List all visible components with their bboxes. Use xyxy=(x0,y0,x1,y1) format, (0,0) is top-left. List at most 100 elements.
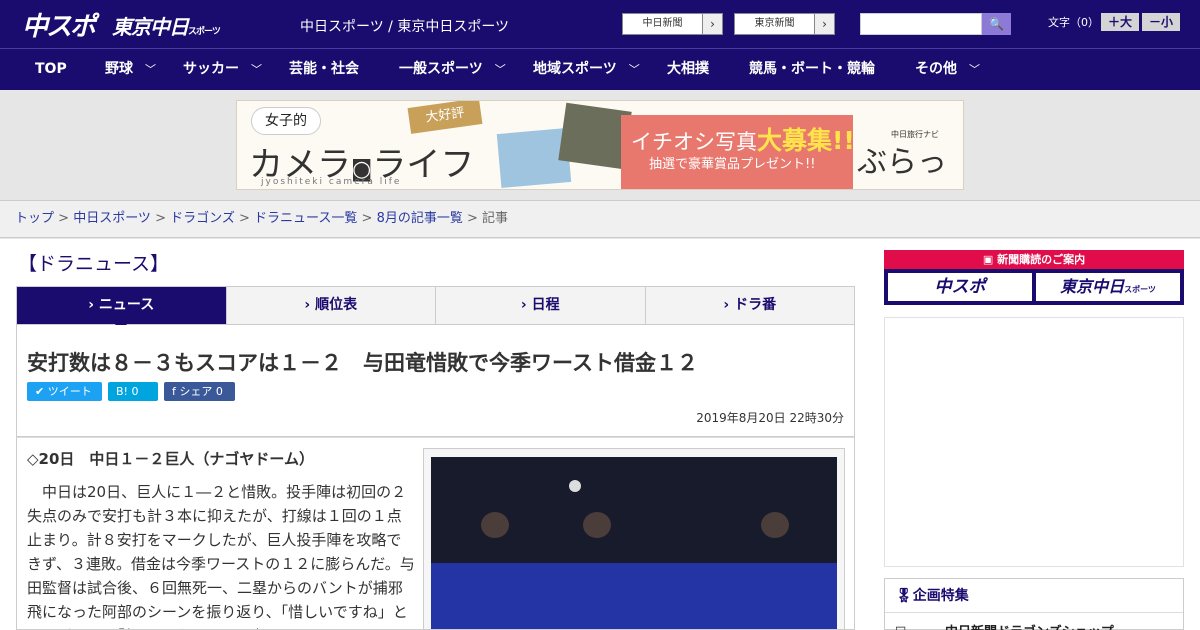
tokyo-shimbun-button[interactable]: 東京新聞 › xyxy=(734,13,835,35)
nav-label: TOP xyxy=(35,61,67,77)
shop-logo-icon: ▭ xyxy=(895,621,907,630)
chunichi-button-label: 中日新聞 xyxy=(642,18,683,29)
chevron-right-icon: › xyxy=(702,14,722,34)
baseball xyxy=(569,480,581,492)
spectator xyxy=(761,512,789,538)
breadcrumb-top[interactable]: トップ xyxy=(15,211,54,226)
chuspo-logo[interactable]: 中スポ xyxy=(22,6,96,43)
chevron-right-icon: › xyxy=(88,297,99,313)
site-label: 中日スポーツ / 東京中日スポーツ xyxy=(300,19,510,35)
facebook-share-button[interactable]: f シェア 0 xyxy=(164,382,235,401)
tab-draban[interactable]: › ドラ番 xyxy=(645,287,854,324)
nav-item-baseball[interactable]: 野球 ﹀ xyxy=(105,49,156,91)
section-title: 【ドラニュース】 xyxy=(18,253,170,275)
breadcrumb-sep: > xyxy=(54,211,74,226)
breadcrumb-august[interactable]: 8月の記事一覧 xyxy=(377,211,463,226)
nav-item-other[interactable]: その他 ﹀ xyxy=(915,49,980,91)
banner-prize: 抽選で豪華賞品プレゼント!! xyxy=(649,157,816,172)
nav-label: 地域スポーツ xyxy=(533,61,617,77)
tab-label: 順位表 xyxy=(315,297,358,313)
tweet-label: ツイート xyxy=(47,385,92,398)
font-size-label: 文字（0） xyxy=(1048,16,1099,29)
article-paragraph: 中日は20日、巨人に１―２と惜敗。投手陣は初回の２失点のみで安打も計３本に抑えた… xyxy=(27,483,415,629)
breadcrumb-dranews[interactable]: ドラニュース一覧 xyxy=(254,211,357,226)
breadcrumb-chuspo[interactable]: 中日スポーツ xyxy=(73,211,151,226)
breadcrumb-sep: > xyxy=(462,211,483,226)
kikaku-title: 企画特集 xyxy=(912,588,969,604)
nav-label: 一般スポーツ xyxy=(399,61,483,77)
nav-item-soccer[interactable]: サッカー ﹀ xyxy=(183,49,262,91)
tokyo-subscribe-sub: スポーツ xyxy=(1124,285,1156,294)
article-body: ◇20日 中日１－２巨人（ナゴヤドーム） 中日は20日、巨人に１―２と惜敗。投手… xyxy=(16,437,855,630)
search-button[interactable]: 🔍 xyxy=(982,13,1011,35)
breadcrumb-current: 記事 xyxy=(482,211,509,226)
ribbon-icon: 🎖 xyxy=(895,588,913,604)
banner-headline: イチオシ写真大募集!! xyxy=(631,121,855,157)
font-smaller-button[interactable]: －小 xyxy=(1142,13,1180,31)
tokyo-logo-sub: スポーツ xyxy=(188,27,221,37)
article-title: 安打数は８－３もスコアは１－２ 与田竜惜敗で今季ワースト借金１２ xyxy=(27,351,698,375)
article-photo-frame xyxy=(423,448,845,629)
breadcrumb-sep: > xyxy=(234,211,255,226)
tokyo-logo-text: 東京中日 xyxy=(112,15,189,39)
nav-item-top[interactable]: TOP xyxy=(35,49,67,91)
nav-item-keiba[interactable]: 競馬・ボート・競輪 xyxy=(749,49,875,91)
search-input[interactable] xyxy=(860,13,982,35)
nav-item-sumo[interactable]: 大相撲 xyxy=(667,49,709,91)
nav-item-general-sports[interactable]: 一般スポーツ ﹀ xyxy=(399,49,506,91)
article-lead: ◇20日 中日１－２巨人（ナゴヤドーム） xyxy=(27,450,314,468)
chevron-down-icon: ﹀ xyxy=(969,63,980,76)
nav-label: 大相撲 xyxy=(667,61,709,77)
nav-item-regional-sports[interactable]: 地域スポーツ ﹀ xyxy=(533,49,640,91)
tab-schedule[interactable]: › 日程 xyxy=(436,287,646,324)
search-icon: 🔍 xyxy=(989,17,1004,31)
chuspo-subscribe-button[interactable]: 中スポ xyxy=(888,273,1032,301)
nav-label: 野球 xyxy=(105,61,133,77)
facebook-label: シェア 0 xyxy=(179,385,223,398)
chevron-down-icon: ﹀ xyxy=(494,63,506,76)
chunichi-shimbun-button[interactable]: 中日新聞 › xyxy=(622,13,723,35)
banner-headline-b: 大募集!! xyxy=(757,126,855,155)
nav-item-entertainment[interactable]: 芸能・社会 xyxy=(289,49,359,91)
spectator xyxy=(583,512,611,538)
banner-headline-a: イチオシ写真 xyxy=(631,130,757,154)
subscription-title-text: 新聞購読のご案内 xyxy=(997,253,1086,266)
banner-ribbon: 大好評 xyxy=(407,101,483,134)
ad-slot xyxy=(884,317,1184,567)
tab-label: ドラ番 xyxy=(734,297,777,313)
chevron-down-icon: ﹀ xyxy=(628,63,640,76)
breadcrumb-dragons[interactable]: ドラゴンズ xyxy=(170,211,235,226)
tab-standings[interactable]: › 順位表 xyxy=(226,287,436,324)
subscription-box: ▣ 新聞購読のご案内 中スポ 東京中日スポーツ xyxy=(884,250,1184,305)
chevron-right-icon: › xyxy=(304,297,316,313)
breadcrumb-sep: > xyxy=(357,211,377,226)
article-date: 2019年8月20日 22時30分 xyxy=(696,411,844,425)
article-photo[interactable] xyxy=(431,457,837,629)
kikaku-item[interactable]: 中日新聞ドラゴンズショップ xyxy=(945,621,1114,630)
nav-label: 芸能・社会 xyxy=(289,61,359,77)
font-larger-button[interactable]: ＋大 xyxy=(1101,13,1139,31)
nav-label: その他 xyxy=(915,61,957,77)
article-header: 安打数は８－３もスコアは１－２ 与田竜惜敗で今季ワースト借金１２ ✔ ツイート … xyxy=(16,325,855,437)
news-tabs: › ニュース › 順位表 › 日程 › ドラ番 xyxy=(16,286,855,332)
spectator xyxy=(481,512,509,538)
tokyo-chunichi-subscribe-button[interactable]: 東京中日スポーツ xyxy=(1036,273,1180,301)
tokyo-button-label: 東京新聞 xyxy=(754,18,795,29)
main-nav: TOP 野球 ﹀ サッカー ﹀ 芸能・社会 一般スポーツ ﹀ 地域スポーツ ﹀ 大相撲 … xyxy=(0,48,1200,90)
tab-news[interactable]: › ニュース xyxy=(17,287,227,332)
kikaku-box: 🎖企画特集 ▭ 中日新聞ドラゴンズショップ xyxy=(884,578,1184,630)
breadcrumb-sep: > xyxy=(150,211,171,226)
tab-label: ニュース xyxy=(98,297,155,313)
chevron-right-icon: › xyxy=(814,14,834,34)
camera-life-banner[interactable]: 女子的 カメラ◙ライフ jyoshiteki camera life 大好評 イ… xyxy=(236,100,964,190)
tab-label: 日程 xyxy=(531,297,560,313)
hatena-button[interactable]: B! 0 xyxy=(108,382,158,401)
tokyo-subscribe-text: 東京中日 xyxy=(1060,277,1125,296)
banner-joshi: 女子的 xyxy=(251,107,321,135)
nav-label: 競馬・ボート・競輪 xyxy=(749,61,875,77)
breadcrumb: トップ > 中日スポーツ > ドラゴンズ > ドラニュース一覧 > 8月の記事一… xyxy=(0,200,1200,238)
tweet-button[interactable]: ✔ ツイート xyxy=(27,382,102,401)
site-header: 中スポ 東京中日スポーツ 中日スポーツ / 東京中日スポーツ 中日新聞 › 東京新… xyxy=(0,0,1200,48)
newspaper-icon: ▣ xyxy=(982,253,998,266)
tokyo-chunichi-logo[interactable]: 東京中日スポーツ xyxy=(112,11,221,40)
